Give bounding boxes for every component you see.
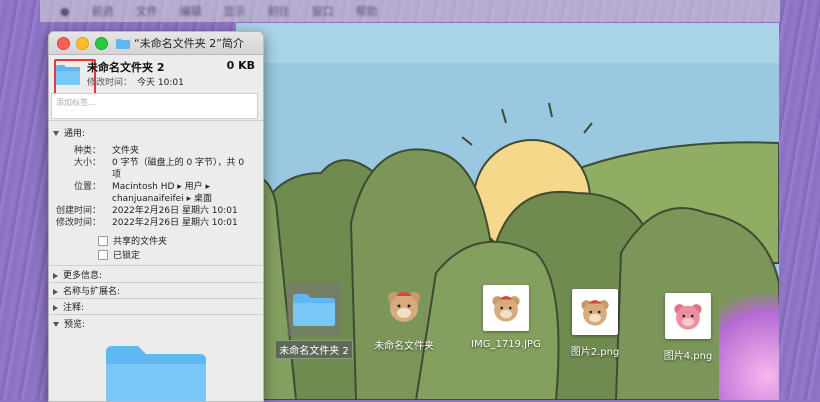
- zoom-button[interactable]: [95, 36, 108, 50]
- section-more-info[interactable]: 更多信息:: [53, 268, 102, 281]
- file-label: 图片2.png: [570, 347, 620, 358]
- folder-name: 未命名文件夹 2: [87, 61, 165, 74]
- section-comments[interactable]: 注释:: [53, 300, 84, 313]
- divider: [49, 298, 263, 299]
- locked-checkbox[interactable]: 已锁定: [98, 248, 140, 261]
- section-preview[interactable]: 预览:: [53, 317, 85, 330]
- modified-label: 修改时间：: [87, 78, 133, 88]
- photo-icon: [567, 286, 623, 338]
- menu-bar: ● 前进 文件 编辑 显示 前往 窗口 帮助: [40, 0, 780, 22]
- window-title: “未命名文件夹 2”简介: [134, 37, 244, 50]
- size-value: 0 字节（磁盘上的 0 字节），共 0: [112, 158, 245, 168]
- checkbox[interactable]: [98, 249, 108, 260]
- disclosure-down-icon: [53, 322, 59, 327]
- modified-label: 修改时间：: [55, 218, 101, 228]
- desktop-item-folder-2[interactable]: 未命名文件夹 2: [266, 282, 362, 359]
- info-header: 未命名文件夹 2 0 KB 修改时间： 今天 10:01 添加标签...: [49, 55, 263, 119]
- folder-preview-icon: [106, 346, 206, 401]
- close-button[interactable]: [57, 36, 70, 50]
- photo-icon: [660, 290, 716, 342]
- section-name-extension-label: 名称与扩展名:: [63, 287, 121, 297]
- checkbox[interactable]: [98, 235, 108, 246]
- divider: [49, 265, 263, 266]
- divider: [49, 120, 263, 121]
- disclosure-right-icon: [53, 304, 58, 311]
- modified-value: 今天 10:01: [137, 78, 184, 88]
- file-label: 未命名文件夹 2: [275, 340, 353, 359]
- photo-icon: [478, 282, 534, 334]
- file-label: IMG_1719.JPG: [471, 339, 541, 350]
- file-label: 未命名文件夹: [374, 341, 434, 352]
- size-label: 大小：: [73, 158, 101, 168]
- divider: [49, 282, 263, 283]
- folder-icon: [56, 65, 80, 85]
- get-info-window: “未命名文件夹 2”简介 未命名文件夹 2 0 KB 修改时间： 今天 10:0…: [48, 31, 264, 402]
- menu-view[interactable]: 显示: [224, 3, 246, 19]
- window-titlebar[interactable]: “未命名文件夹 2”简介: [49, 32, 263, 55]
- file-label: 图片4.png: [663, 351, 713, 362]
- section-more-info-label: 更多信息:: [63, 271, 103, 281]
- where-label: 位置：: [73, 182, 101, 192]
- locked-label: 已锁定: [113, 251, 141, 261]
- menu-window[interactable]: 窗口: [312, 3, 334, 19]
- folder-icon: [116, 38, 130, 49]
- folder-icon: [287, 282, 341, 336]
- desktop-item-image-4[interactable]: 图片4.png: [640, 290, 736, 363]
- disclosure-right-icon: [53, 272, 58, 279]
- section-comments-label: 注释:: [63, 303, 85, 313]
- disclosure-right-icon: [53, 288, 58, 295]
- section-name-extension[interactable]: 名称与扩展名:: [53, 284, 120, 297]
- menu-file[interactable]: 文件: [136, 3, 158, 19]
- modified-value: 2022年2月26日 星期六 10:01: [112, 218, 238, 228]
- section-general-label: 通用:: [64, 129, 86, 139]
- minimize-button[interactable]: [76, 36, 89, 50]
- shared-folder-checkbox[interactable]: 共享的文件夹: [98, 234, 167, 247]
- apple-icon[interactable]: ●: [60, 5, 70, 18]
- desktop-item-image-2[interactable]: 图片2.png: [547, 286, 643, 359]
- desktop-item-folder[interactable]: 未命名文件夹: [356, 280, 452, 353]
- menu-edit[interactable]: 编辑: [180, 3, 202, 19]
- disclosure-down-icon: [53, 131, 59, 136]
- divider: [49, 314, 263, 315]
- menu-go[interactable]: 前往: [268, 3, 290, 19]
- shared-folder-label: 共享的文件夹: [113, 237, 168, 247]
- tags-field[interactable]: 添加标签...: [51, 93, 258, 119]
- section-preview-label: 预览:: [64, 320, 86, 330]
- section-general[interactable]: 通用:: [53, 126, 85, 139]
- desktop-item-img-1719[interactable]: IMG_1719.JPG: [458, 282, 554, 351]
- menu-help[interactable]: 帮助: [356, 3, 378, 19]
- bear-icon: [376, 280, 432, 332]
- folder-size: 0 KB: [226, 59, 255, 72]
- menu-go-forward[interactable]: 前进: [92, 3, 114, 19]
